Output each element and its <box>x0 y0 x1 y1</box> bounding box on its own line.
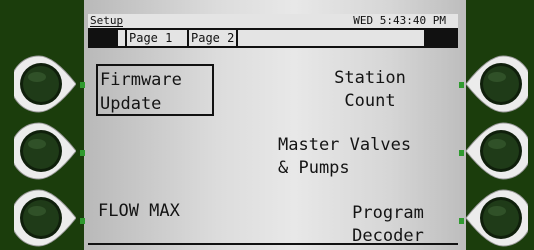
datetime-readout: WED 5:43:40 PM <box>353 14 446 27</box>
indicator-led <box>80 150 85 156</box>
arrow-button-right-icon <box>14 122 76 180</box>
arrow-button-left-icon <box>466 122 528 180</box>
indicator-led <box>459 150 464 156</box>
indicator-led <box>80 82 85 88</box>
screen-title: Setup <box>90 14 124 27</box>
softkey-label-master-valves-pumps[interactable]: Master Valves & Pumps <box>278 134 448 180</box>
tab-page-2[interactable]: Page 2 <box>187 30 239 46</box>
arrow-button-right-icon <box>14 55 76 113</box>
indicator-led <box>459 82 464 88</box>
left-softkey-3[interactable] <box>14 187 76 249</box>
left-softkey-1[interactable] <box>14 53 76 115</box>
indicator-led <box>80 218 85 224</box>
arrow-button-left-icon <box>466 55 528 113</box>
left-softkey-2[interactable] <box>14 120 76 182</box>
softkey-label-flow-max[interactable]: FLOW MAX <box>98 200 180 222</box>
arrow-button-right-icon <box>14 189 76 247</box>
softkey-label-station-count[interactable]: Station Count <box>300 67 440 113</box>
tab-strip: Page 1 Page 2 <box>118 30 424 46</box>
page-tab-bar: Page 1 Page 2 <box>88 28 458 48</box>
right-softkey-3[interactable] <box>466 187 528 249</box>
indicator-led <box>459 218 464 224</box>
softkey-label-program-decoder[interactable]: Program Decoder <box>326 202 450 248</box>
bottom-divider <box>88 243 458 245</box>
right-softkey-1[interactable] <box>466 53 528 115</box>
arrow-button-left-icon <box>466 189 528 247</box>
softkey-label-firmware-update[interactable]: Firmware Update <box>96 64 214 116</box>
tab-page-1[interactable]: Page 1 <box>125 30 172 46</box>
right-softkey-2[interactable] <box>466 120 528 182</box>
